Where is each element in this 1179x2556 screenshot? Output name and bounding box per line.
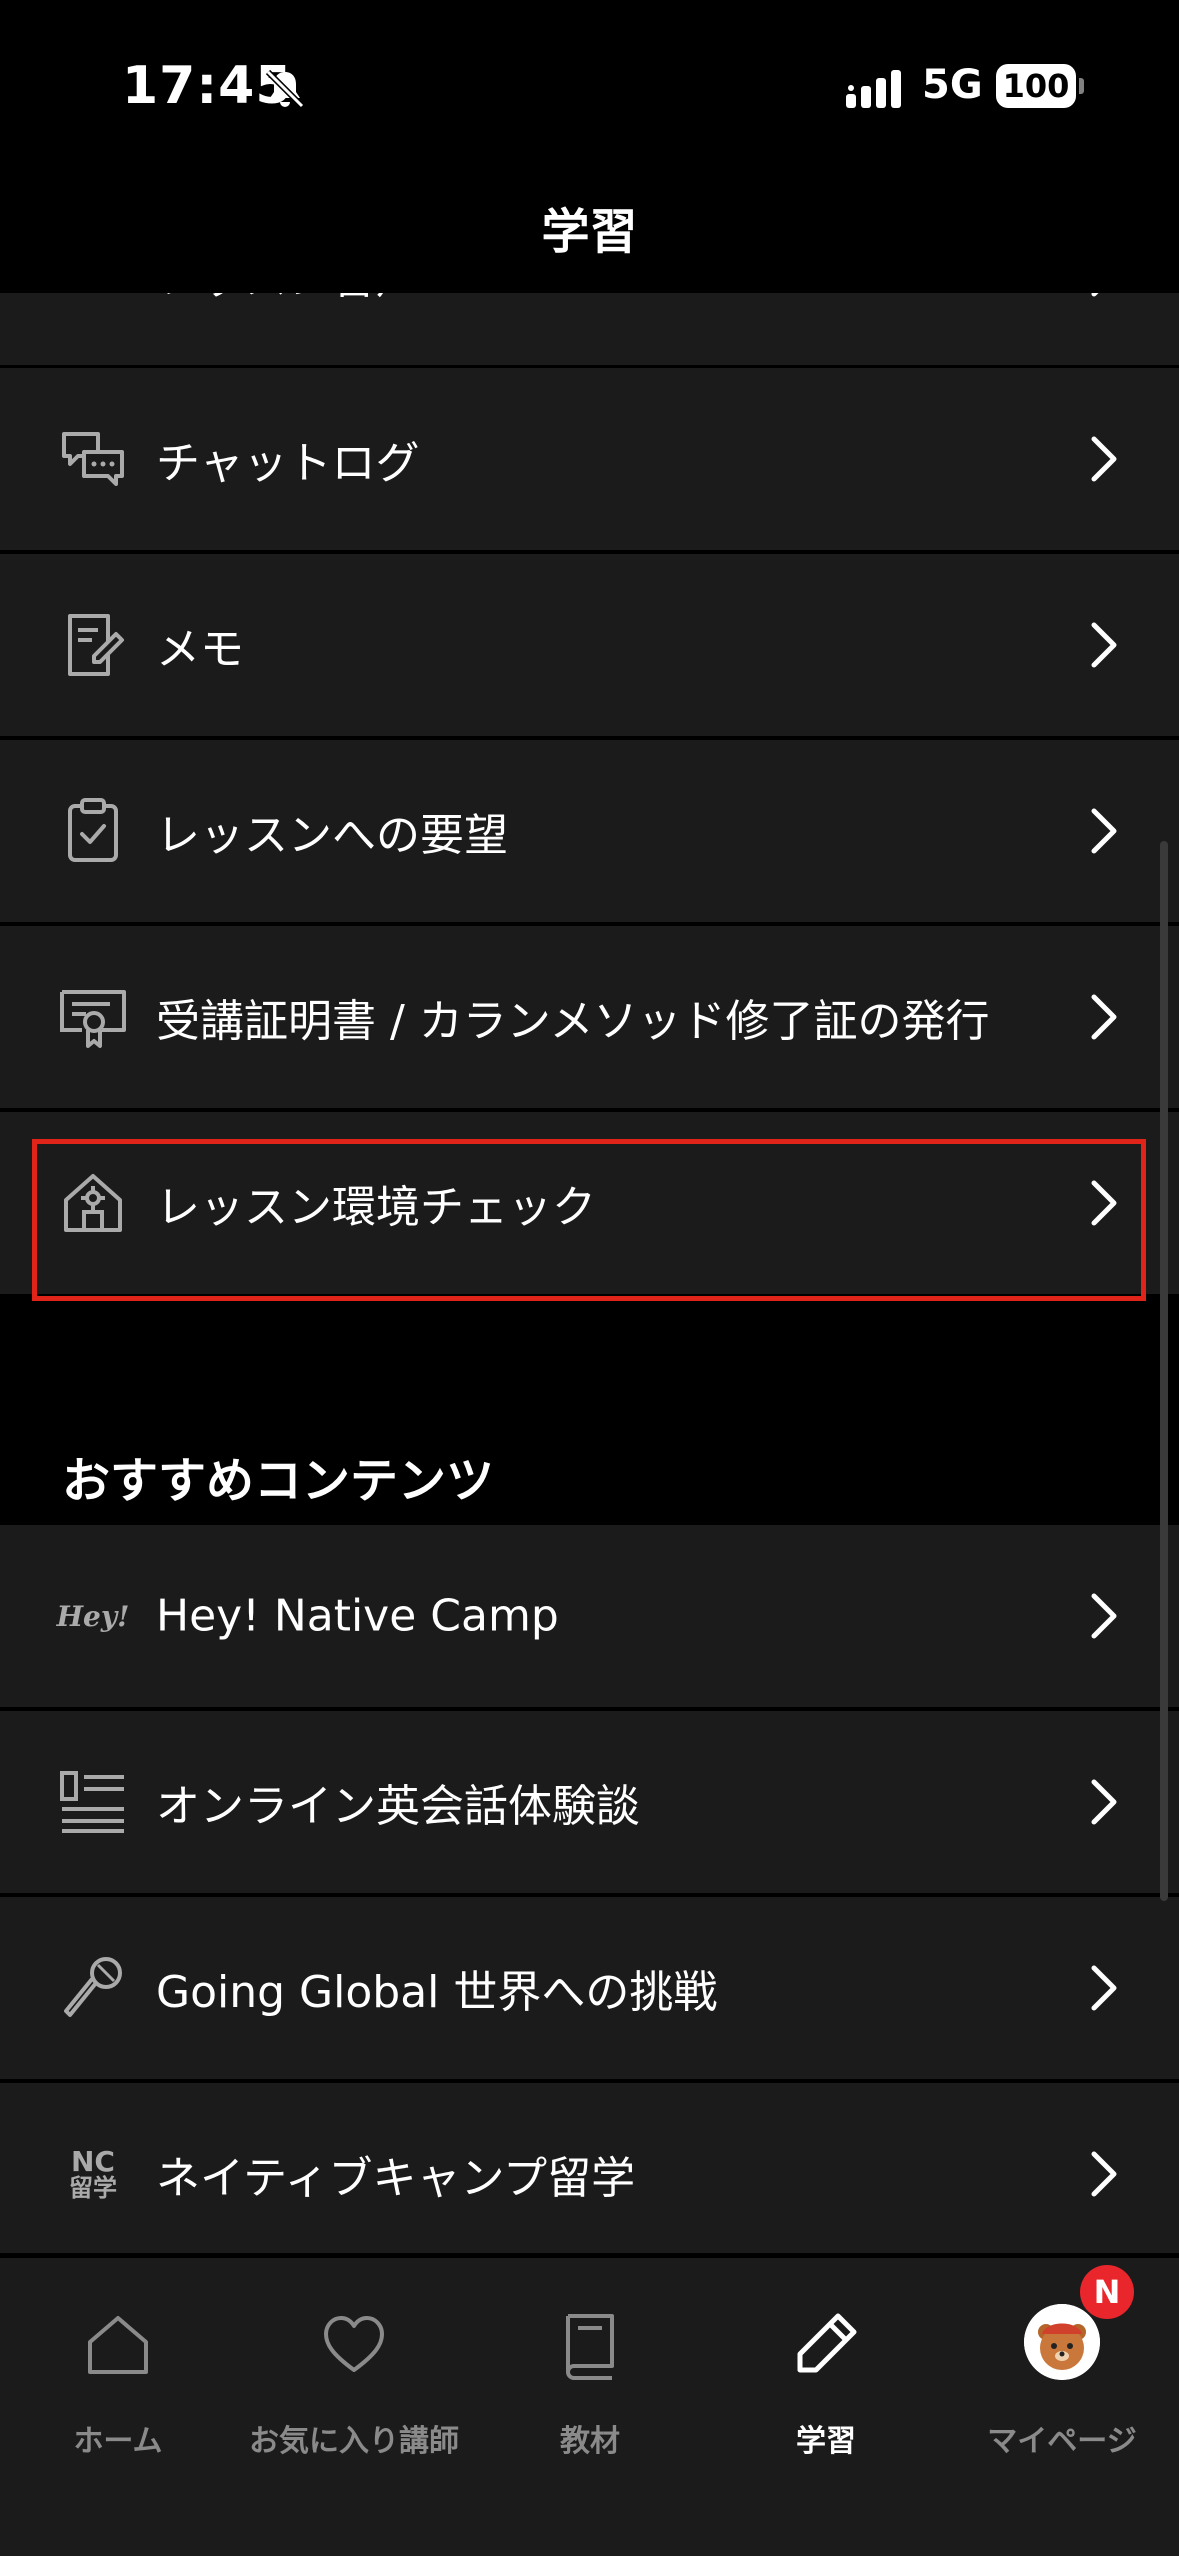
recommended-row-going-global[interactable]: Going Global 世界への挑戦	[0, 1897, 1179, 2079]
tab-favorite-teachers[interactable]: お気に入り講師	[236, 2258, 472, 2459]
tab-label: ホーム	[73, 2424, 163, 2459]
menu-row-lesson-audio[interactable]: レッスン音声	[0, 293, 1179, 365]
screen: 17:45 5G 100 学習 レッスン音声	[0, 0, 1179, 2556]
avatar	[1024, 2304, 1100, 2380]
recommended-row-label: Going Global 世界への挑戦	[156, 1967, 718, 2018]
chevron-right-icon	[1091, 293, 1099, 297]
mic-stand-icon	[64, 1957, 122, 2017]
recommended-row-label: ネイティブキャンプ留学	[156, 2153, 636, 2204]
recommended-row-label: オンライン英会話体験談	[156, 1781, 640, 1832]
recommended-row-hey-native-camp[interactable]: Hey! Hey! Native Camp	[0, 1525, 1179, 1707]
status-bar: 17:45 5G 100	[0, 0, 1179, 170]
signal-icon	[846, 70, 901, 108]
book-icon	[566, 2314, 614, 2380]
learning-menu-list: レッスン音声 チャットログ メモ	[0, 293, 1179, 2253]
menu-row-certificate[interactable]: 受講証明書 / カランメソッド修了証の発行	[0, 926, 1179, 1108]
menu-row-chat-log[interactable]: チャットログ	[0, 368, 1179, 550]
menu-row-label: レッスン環境チェック	[156, 1182, 596, 1233]
microphone-icon	[58, 293, 128, 309]
chevron-right-icon	[1091, 994, 1117, 1040]
menu-row-label: レッスン音声	[156, 293, 420, 306]
menu-row-label: チャットログ	[156, 438, 420, 489]
bear-avatar-icon	[1024, 2304, 1100, 2380]
home-icon	[88, 2316, 148, 2374]
tab-label: 教材	[560, 2424, 620, 2459]
hey-logo-icon: Hey!	[56, 1599, 130, 1633]
pencil-icon	[797, 2313, 857, 2373]
house-gear-icon	[64, 1174, 122, 1232]
battery-nub	[1079, 78, 1084, 94]
battery-indicator: 100	[996, 64, 1076, 108]
menu-row-label: メモ	[156, 624, 244, 675]
menu-row-memo[interactable]: メモ	[0, 554, 1179, 736]
chevron-right-icon	[1091, 1593, 1117, 1639]
chevron-right-icon	[1091, 1180, 1117, 1226]
chevron-right-icon	[1091, 436, 1117, 482]
tab-my-page[interactable]: マイページ	[944, 2258, 1179, 2459]
scrollbar[interactable]	[1160, 841, 1168, 1901]
tab-home[interactable]: ホーム	[0, 2258, 236, 2459]
menu-row-environment-check[interactable]: レッスン環境チェック	[0, 1112, 1179, 1294]
chevron-right-icon	[1091, 1779, 1117, 1825]
study-abroad-icon-text: 留学	[69, 2174, 117, 2202]
chat-bubbles-icon	[62, 432, 124, 486]
tab-materials[interactable]: 教材	[472, 2258, 708, 2459]
tab-label: お気に入り講師	[249, 2424, 459, 2459]
chevron-right-icon	[1091, 1965, 1117, 2011]
clipboard-check-icon	[68, 798, 118, 862]
nc-study-abroad-icon: NC 留学	[58, 2139, 128, 2209]
certificate-icon	[60, 990, 126, 1048]
menu-row-lesson-requests[interactable]: レッスンへの要望	[0, 740, 1179, 922]
tab-learning[interactable]: 学習	[708, 2258, 944, 2459]
memo-icon	[68, 614, 124, 676]
recommended-row-label: Hey! Native Camp	[156, 1590, 559, 1642]
network-label: 5G	[922, 62, 983, 108]
tab-label: 学習	[796, 2424, 856, 2459]
heart-icon	[324, 2316, 384, 2372]
page-title: 学習	[541, 204, 638, 260]
nc-icon-text: NC	[71, 2145, 115, 2178]
menu-row-label: レッスンへの要望	[156, 810, 508, 861]
notification-badge: N	[1080, 2265, 1134, 2319]
recommended-row-study-abroad[interactable]: NC 留学 ネイティブキャンプ留学	[0, 2083, 1179, 2253]
menu-row-label: 受講証明書 / カランメソッド修了証の発行	[156, 996, 990, 1047]
chevron-right-icon	[1091, 622, 1117, 668]
bell-slash-icon	[265, 69, 305, 109]
section-title-recommended: おすすめコンテンツ	[62, 1453, 495, 1509]
recommended-row-experiences[interactable]: オンライン英会話体験談	[0, 1711, 1179, 1893]
chevron-right-icon	[1091, 808, 1117, 854]
chevron-right-icon	[1091, 2151, 1117, 2197]
article-list-icon	[60, 1771, 124, 1833]
tab-bar: ホーム お気に入り講師 教材 学習 マイページ	[0, 2258, 1179, 2556]
tab-label: マイページ	[987, 2424, 1137, 2459]
